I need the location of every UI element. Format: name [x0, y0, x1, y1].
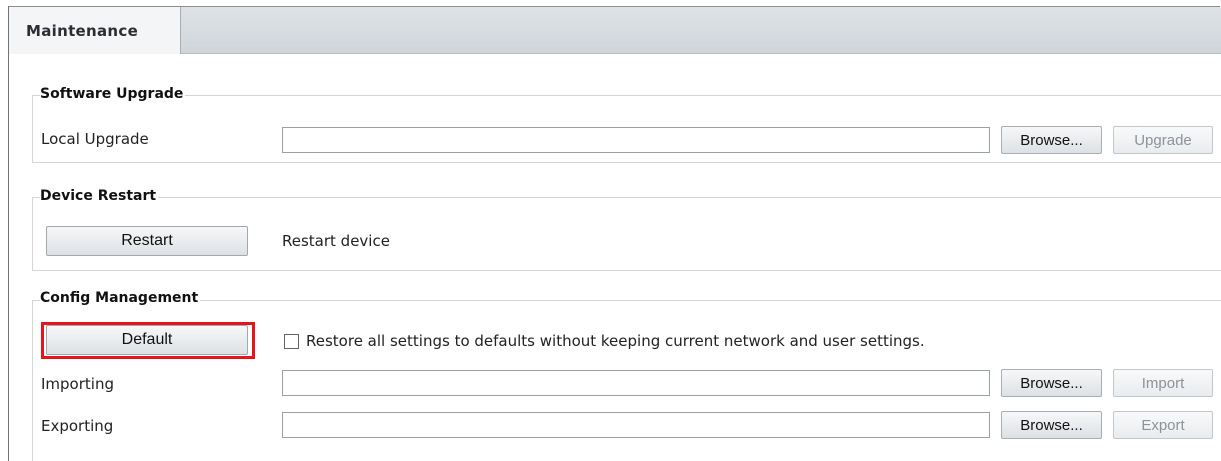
upgrade-browse-button[interactable]: Browse... [1001, 126, 1102, 154]
upgrade-button[interactable]: Upgrade [1113, 126, 1213, 154]
import-button[interactable]: Import [1113, 369, 1213, 397]
tab-maintenance[interactable]: Maintenance [9, 7, 181, 54]
import-browse-button[interactable]: Browse... [1001, 369, 1102, 397]
device-restart-title: Device Restart [40, 188, 159, 204]
restart-description: Restart device [282, 232, 390, 250]
export-button[interactable]: Export [1113, 411, 1213, 439]
restore-defaults-checkbox[interactable] [284, 334, 299, 349]
restart-button[interactable]: Restart [46, 226, 248, 256]
software-upgrade-title: Software Upgrade [40, 86, 186, 102]
config-management-title: Config Management [40, 290, 201, 306]
local-upgrade-label: Local Upgrade [41, 130, 149, 148]
default-button-highlight [41, 322, 255, 359]
local-upgrade-field[interactable] [282, 127, 990, 153]
tab-strip [9, 7, 1221, 54]
importing-label: Importing [41, 375, 114, 393]
exporting-label: Exporting [41, 417, 114, 435]
exporting-field[interactable] [282, 412, 990, 438]
restore-defaults-label: Restore all settings to defaults without… [306, 332, 925, 350]
export-browse-button[interactable]: Browse... [1001, 411, 1102, 439]
importing-field[interactable] [282, 370, 990, 396]
